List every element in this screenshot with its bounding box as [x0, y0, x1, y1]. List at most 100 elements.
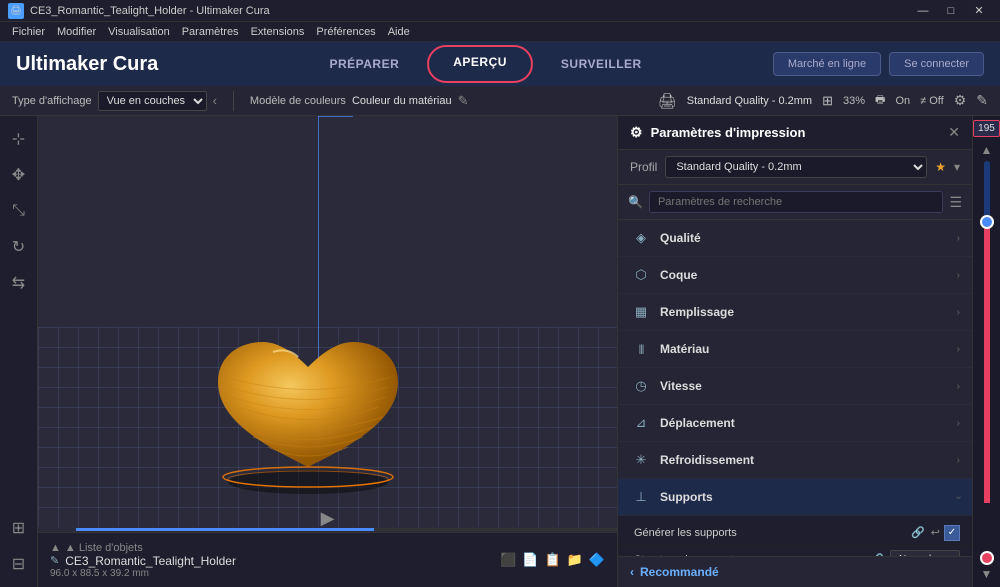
objects-section: ▲ ▲ Liste d'objets ✎ CE3_Romantic_Tealig… [50, 542, 236, 579]
object-icon-2[interactable]: 📄 [522, 552, 538, 568]
titlebar: 🖨 CE3_Romantic_Tealight_Holder - Ultimak… [0, 0, 1000, 22]
search-input[interactable] [649, 191, 943, 213]
menu-extensions[interactable]: Extensions [245, 24, 311, 40]
category-material[interactable]: ||| Matériau › [618, 331, 972, 368]
cooling-label: Refroidissement [660, 453, 957, 467]
login-button[interactable]: Se connecter [889, 52, 984, 76]
speed-chevron-icon: › [957, 381, 960, 392]
object-icon-4[interactable]: 📁 [567, 552, 583, 568]
minimize-button[interactable]: — [910, 0, 936, 22]
printer-icon: 🖨 [658, 92, 677, 110]
tool-select[interactable]: ⊹ [4, 124, 34, 154]
tool-mirror[interactable]: ⇆ [4, 268, 34, 298]
market-button[interactable]: Marché en ligne [773, 52, 881, 76]
material-chevron-icon: › [957, 344, 960, 355]
recommended-button[interactable]: ‹ Recommandé [630, 565, 719, 579]
zoom-value: 33% [843, 95, 865, 107]
profile-select[interactable]: Standard Quality - 0.2mm [665, 156, 927, 178]
slider-thumb-top[interactable] [980, 215, 994, 229]
speed-label: Vitesse [660, 379, 957, 393]
category-infill[interactable]: ▦ Remplissage › [618, 294, 972, 331]
slider-thumb-bottom[interactable] [980, 551, 994, 565]
category-speed[interactable]: ◷ Vitesse › [618, 368, 972, 405]
speed-icon: ◷ [630, 375, 652, 397]
edit-toolbar-icon[interactable]: ✎ [976, 92, 988, 109]
category-travel[interactable]: ⊿ Déplacement › [618, 405, 972, 442]
profile-chevron-icon[interactable]: ▾ [954, 160, 960, 174]
off-indicator: ≠ Off [920, 95, 944, 107]
quality-icon: ◈ [630, 227, 652, 249]
tool-move[interactable]: ✥ [4, 160, 34, 190]
supports-content: Générer les supports 🔗 ↩ ✓ Structure du … [618, 516, 972, 556]
tool-support[interactable]: ⊞ [4, 513, 34, 543]
settings-icon-panel: ⚙ [630, 124, 643, 141]
menu-aide[interactable]: Aide [382, 24, 416, 40]
header: Ultimaker Cura PRÉPARER APERÇU SURVEILLE… [0, 42, 1000, 86]
infill-label: Remplissage [660, 305, 957, 319]
slider-inactive-top [984, 161, 990, 221]
supports-label: Supports [660, 490, 957, 504]
header-actions: Marché en ligne Se connecter [773, 52, 984, 76]
play-button[interactable]: ▶ [321, 508, 335, 529]
tab-apercu[interactable]: APERÇU [427, 45, 533, 83]
slider-track[interactable] [984, 161, 990, 563]
window-title: CE3_Romantic_Tealight_Holder - Ultimaker… [30, 5, 910, 17]
infill-icon: ▦ [630, 301, 652, 323]
object-icon-1[interactable]: ⬛ [500, 552, 516, 568]
viewport[interactable]: ▶ ▲ ▲ Liste d'objets ✎ CE3_Romantic_Teal… [38, 116, 617, 587]
slider-value: 195 [973, 120, 1000, 137]
menu-modifier[interactable]: Modifier [51, 24, 102, 40]
generate-link-icon[interactable]: 🔗 [911, 526, 925, 539]
settings-icon[interactable]: ⚙ [954, 92, 967, 109]
tool-custom[interactable]: ⊟ [4, 549, 34, 579]
color-model-edit-icon[interactable]: ✎ [458, 93, 469, 109]
objects-list-toggle[interactable]: ▲ ▲ Liste d'objets [50, 542, 236, 554]
generate-reset-icon[interactable]: ↩ [931, 526, 940, 539]
generate-label: Générer les supports [634, 527, 911, 539]
maximize-button[interactable]: □ [938, 0, 964, 22]
display-type-select[interactable]: Vue en couches [98, 91, 207, 111]
panel-close-button[interactable]: ✕ [948, 124, 960, 141]
layers-icon: ⊞ [822, 93, 833, 109]
object-dimensions: 96.0 x 88.5 x 39.2 mm [50, 568, 236, 579]
panel-header: ⚙ Paramètres d'impression ✕ [618, 116, 972, 150]
slider-up-arrow[interactable]: ▲ [981, 143, 993, 157]
recommended-label: Recommandé [640, 565, 719, 579]
tool-scale[interactable]: ⤡ [4, 196, 34, 226]
menu-parametres[interactable]: Paramètres [176, 24, 245, 40]
object-icon-5[interactable]: 🔷 [589, 552, 605, 568]
tab-prepare[interactable]: PRÉPARER [301, 45, 427, 83]
menu-visualisation[interactable]: Visualisation [102, 24, 176, 40]
tab-surveiller[interactable]: SURVEILLER [533, 45, 670, 83]
display-type-chevron[interactable]: ‹ [213, 93, 217, 108]
edit-icon[interactable]: ✎ [50, 554, 59, 567]
menu-preferences[interactable]: Préférences [310, 24, 381, 40]
right-slider: 195 ▲ ▼ [972, 116, 1000, 587]
logo-bold: Cura [113, 53, 159, 75]
supports-icon: ⊥ [630, 486, 652, 508]
category-quality[interactable]: ◈ Qualité › [618, 220, 972, 257]
profile-row: Profil Standard Quality - 0.2mm ★ ▾ [618, 150, 972, 185]
logo: Ultimaker Cura [16, 53, 158, 76]
menu-dots-icon[interactable]: ☰ [949, 194, 962, 211]
tool-rotate[interactable]: ↻ [4, 232, 34, 262]
menu-fichier[interactable]: Fichier [6, 24, 51, 40]
category-shell[interactable]: ⬡ Coque › [618, 257, 972, 294]
object-icon-3[interactable]: 📋 [544, 552, 560, 568]
color-model-section: Modèle de couleurs Couleur du matériau ✎ [250, 93, 469, 109]
color-model-value: Couleur du matériau [352, 95, 452, 107]
viewport-controls: ⬛ 📄 📋 📁 🔷 [500, 552, 605, 568]
playbar-track[interactable] [76, 528, 617, 531]
panel-footer: ‹ Recommandé [618, 556, 972, 587]
play-controls: ▶ [321, 508, 335, 529]
close-button[interactable]: ✕ [966, 0, 992, 22]
main-content: ⊹ ✥ ⤡ ↻ ⇆ ⊞ ⊟ [0, 116, 1000, 587]
nav-tabs: PRÉPARER APERÇU SURVEILLER [198, 45, 773, 83]
category-supports[interactable]: ⊥ Supports › [618, 479, 972, 516]
printer-on-icon: 🖶 [875, 91, 885, 110]
quality-chevron-icon: › [957, 233, 960, 244]
category-cooling[interactable]: ✳ Refroidissement › [618, 442, 972, 479]
slider-down-arrow[interactable]: ▼ [981, 567, 993, 581]
generate-checkbox[interactable]: ✓ [944, 525, 960, 541]
profile-star-icon[interactable]: ★ [935, 160, 946, 174]
